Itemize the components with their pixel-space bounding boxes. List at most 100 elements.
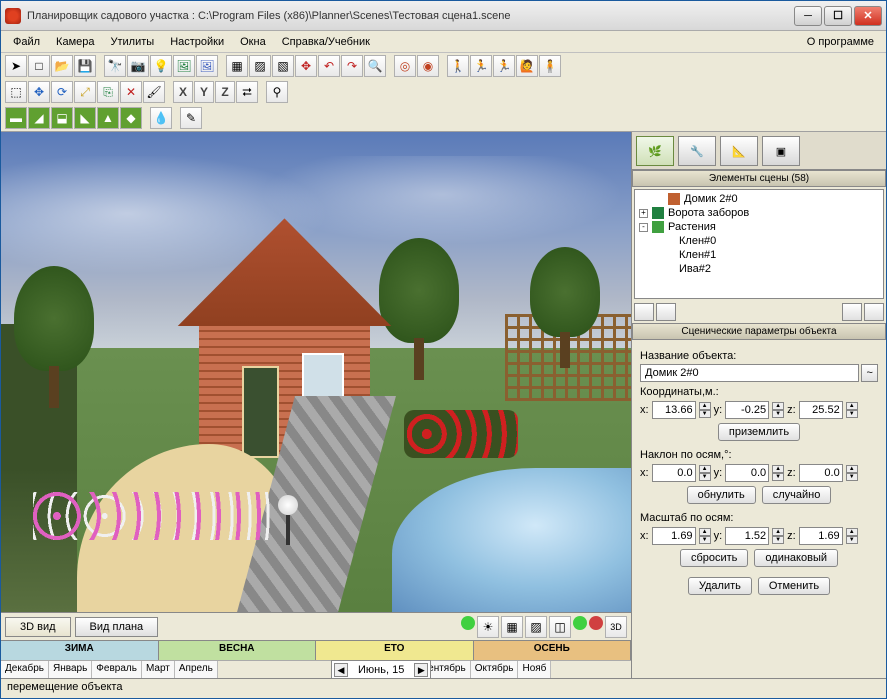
menu-help[interactable]: Справка/Учебник [274,34,378,50]
spinner[interactable]: ▲▼ [846,528,858,544]
scale-y-input[interactable] [725,527,769,545]
axis-y-button[interactable]: Y [194,81,214,103]
save-icon[interactable]: 💾 [74,55,96,77]
picture2-icon[interactable]: 🖼 [196,55,218,77]
water-icon[interactable]: 💧 [150,107,172,129]
grid3-icon[interactable]: ▧ [272,55,294,77]
tree-btn-1[interactable] [634,303,654,321]
status-dot-green[interactable] [461,616,475,630]
tilt-y-input[interactable] [725,464,769,482]
link-icon[interactable]: ⮂ [236,81,258,103]
redo-icon[interactable]: ↷ [341,55,363,77]
coord-y-input[interactable] [725,401,769,419]
close-button[interactable]: ✕ [854,6,882,26]
tilt-x-input[interactable] [652,464,696,482]
menu-camera[interactable]: Камера [48,34,102,50]
mini-3d-icon[interactable]: 3D [605,616,627,638]
move-tool-icon[interactable]: ✥ [28,81,50,103]
collapse-icon[interactable]: - [639,223,648,232]
person-run-icon[interactable]: 🏃 [470,55,492,77]
terrain5-icon[interactable]: ▲ [97,107,119,129]
scale-z-input[interactable] [799,527,843,545]
season-winter[interactable]: ЗИМА [1,641,159,660]
month-mar[interactable]: Март [142,661,175,678]
month-oct[interactable]: Октябрь [471,661,519,678]
terrain6-icon[interactable]: ◆ [120,107,142,129]
scale-tool-icon[interactable]: ⤢ [74,81,96,103]
open-icon[interactable]: 📂 [51,55,73,77]
spinner[interactable]: ▲▼ [846,402,858,418]
tab-3d-view[interactable]: 3D вид [5,617,71,637]
grid2-icon[interactable]: ▨ [249,55,271,77]
mini-3-icon[interactable]: ▨ [525,616,547,638]
select-all-icon[interactable]: ⬚ [5,81,27,103]
spinner[interactable]: ▲▼ [772,465,784,481]
cancel-button[interactable]: Отменить [758,577,830,595]
new-icon[interactable]: □ [28,55,50,77]
binoculars-icon[interactable]: 🔭 [104,55,126,77]
reset-button[interactable]: сбросить [680,549,748,567]
status-dot-green2[interactable] [573,616,587,630]
maximize-button[interactable]: ☐ [824,6,852,26]
coord-z-input[interactable] [799,401,843,419]
menu-utils[interactable]: Утилиты [103,34,163,50]
season-autumn[interactable]: ОСЕНЬ [474,641,632,660]
person-reach-icon[interactable]: 🙋 [516,55,538,77]
terrain2-icon[interactable]: ◢ [28,107,50,129]
terrain3-icon[interactable]: ⬓ [51,107,73,129]
zero-button[interactable]: обнулить [687,486,756,504]
month-next-button[interactable]: ▶ [414,663,428,677]
tab-cube-icon[interactable]: ▣ [762,136,800,166]
grid1-icon[interactable]: ▦ [226,55,248,77]
terrain1-icon[interactable]: ▬ [5,107,27,129]
season-summer[interactable]: ЕТО [316,641,474,660]
tab-plan-view[interactable]: Вид плана [75,617,159,637]
undo-icon[interactable]: ↶ [318,55,340,77]
paint-icon[interactable]: 🖌 [143,81,165,103]
person-jump-icon[interactable]: 🏃 [493,55,515,77]
status-dot-red[interactable] [589,616,603,630]
menu-settings[interactable]: Настройки [162,34,232,50]
tab-plants-icon[interactable]: 🌿 [636,136,674,166]
spinner[interactable]: ▲▼ [772,402,784,418]
month-dec[interactable]: Декабрь [1,661,49,678]
axis-z-button[interactable]: Z [215,81,235,103]
menu-about[interactable]: О программе [799,34,882,50]
delete-icon[interactable]: ✕ [120,81,142,103]
tab-measure-icon[interactable]: 📐 [720,136,758,166]
spinner[interactable]: ▲▼ [772,528,784,544]
person-stand-icon[interactable]: 🧍 [539,55,561,77]
spinner[interactable]: ▲▼ [699,402,711,418]
bulb-icon[interactable]: 💡 [150,55,172,77]
month-nov[interactable]: Нояб [518,661,551,678]
menu-file[interactable]: Файл [5,34,48,50]
target2-icon[interactable]: ◉ [417,55,439,77]
mini-1-icon[interactable]: ☀ [477,616,499,638]
spinner[interactable]: ▲▼ [846,465,858,481]
spinner[interactable]: ▲▼ [699,465,711,481]
axis-x-button[interactable]: X [173,81,193,103]
eyedropper-icon[interactable]: ✎ [180,107,202,129]
mini-4-icon[interactable]: ◫ [549,616,571,638]
tilt-z-input[interactable] [799,464,843,482]
picture-icon[interactable]: 🖼 [173,55,195,77]
random-button[interactable]: случайно [762,486,832,504]
minimize-button[interactable]: ─ [794,6,822,26]
coord-x-input[interactable] [652,401,696,419]
month-apr[interactable]: Апрель [175,661,218,678]
same-button[interactable]: одинаковый [754,549,838,567]
viewport-3d[interactable] [1,132,631,612]
camera-icon[interactable]: 📷 [127,55,149,77]
copy-icon[interactable]: ⎘ [97,81,119,103]
wand-icon[interactable]: ⚲ [266,81,288,103]
zoom-in-icon[interactable]: 🔍 [364,55,386,77]
rotate-tool-icon[interactable]: ⟳ [51,81,73,103]
tab-tools-icon[interactable]: 🔧 [678,136,716,166]
delete-button[interactable]: Удалить [688,577,752,595]
move-icon[interactable]: ✥ [295,55,317,77]
season-spring[interactable]: ВЕСНА [159,641,317,660]
tree-btn-2[interactable] [656,303,676,321]
tree-btn-3[interactable] [842,303,862,321]
expand-icon[interactable]: + [639,209,648,218]
object-name-input[interactable] [640,364,859,382]
